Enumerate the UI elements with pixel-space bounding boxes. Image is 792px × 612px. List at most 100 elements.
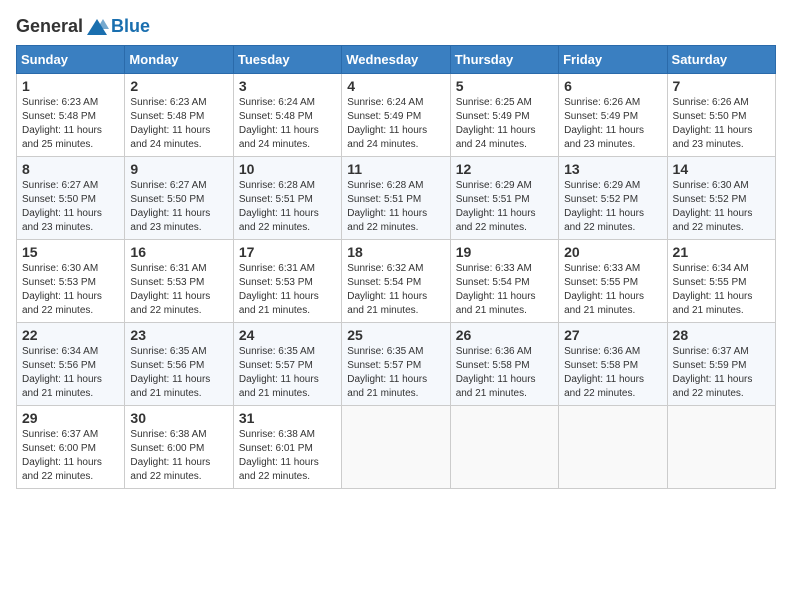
day-info: Sunrise: 6:31 AMSunset: 5:53 PMDaylight:… bbox=[130, 262, 227, 318]
day-cell: 14Sunrise: 6:30 AMSunset: 5:52 PMDayligh… bbox=[667, 157, 775, 240]
day-cell: 11 Sunrise: 6:28 AMSunset: 5:51 PMDayligh… bbox=[342, 157, 450, 240]
logo-general: General bbox=[16, 16, 83, 37]
day-info: Sunrise: 6:38 AMSunset: 6:01 PMDaylight:… bbox=[239, 428, 336, 484]
day-cell: 31 Sunrise: 6:38 AMSunset: 6:01 PMDayligh… bbox=[233, 406, 341, 489]
day-info: Sunrise: 6:34 AMSunset: 5:56 PMDaylight:… bbox=[22, 345, 119, 401]
day-number: 7 bbox=[673, 78, 770, 94]
day-info: Sunrise: 6:26 AMSunset: 5:50 PMDaylight:… bbox=[673, 96, 770, 152]
page-header: General Blue bbox=[16, 16, 776, 37]
day-cell: 3 Sunrise: 6:24 AMSunset: 5:48 PMDaylight… bbox=[233, 74, 341, 157]
day-number: 30 bbox=[130, 410, 227, 426]
day-number: 26 bbox=[456, 327, 553, 343]
day-info: Sunrise: 6:37 AMSunset: 5:59 PMDaylight:… bbox=[673, 345, 770, 401]
day-number: 10 bbox=[239, 161, 336, 177]
week-row-2: 8Sunrise: 6:27 AMSunset: 5:50 PMDaylight… bbox=[17, 157, 776, 240]
day-number: 12 bbox=[456, 161, 553, 177]
logo: General Blue bbox=[16, 16, 150, 37]
day-info: Sunrise: 6:28 AMSunset: 5:51 PMDaylight:… bbox=[347, 179, 444, 235]
day-cell: 20 Sunrise: 6:33 AMSunset: 5:55 PMDayligh… bbox=[559, 240, 667, 323]
header-tuesday: Tuesday bbox=[233, 46, 341, 74]
day-number: 13 bbox=[564, 161, 661, 177]
day-number: 27 bbox=[564, 327, 661, 343]
day-info: Sunrise: 6:27 AMSunset: 5:50 PMDaylight:… bbox=[130, 179, 227, 235]
day-info: Sunrise: 6:33 AMSunset: 5:55 PMDaylight:… bbox=[564, 262, 661, 318]
calendar-table: SundayMondayTuesdayWednesdayThursdayFrid… bbox=[16, 45, 776, 489]
day-cell: 30 Sunrise: 6:38 AMSunset: 6:00 PMDayligh… bbox=[125, 406, 233, 489]
day-number: 11 bbox=[347, 161, 444, 177]
week-row-4: 22 Sunrise: 6:34 AMSunset: 5:56 PMDayligh… bbox=[17, 323, 776, 406]
day-info: Sunrise: 6:27 AMSunset: 5:50 PMDaylight:… bbox=[22, 179, 119, 235]
day-number: 20 bbox=[564, 244, 661, 260]
day-info: Sunrise: 6:38 AMSunset: 6:00 PMDaylight:… bbox=[130, 428, 227, 484]
day-cell: 4 Sunrise: 6:24 AMSunset: 5:49 PMDaylight… bbox=[342, 74, 450, 157]
header-saturday: Saturday bbox=[667, 46, 775, 74]
day-number: 28 bbox=[673, 327, 770, 343]
day-number: 18 bbox=[347, 244, 444, 260]
day-number: 6 bbox=[564, 78, 661, 94]
day-number: 19 bbox=[456, 244, 553, 260]
day-info: Sunrise: 6:35 AMSunset: 5:57 PMDaylight:… bbox=[347, 345, 444, 401]
day-cell: 15 Sunrise: 6:30 AMSunset: 5:53 PMDayligh… bbox=[17, 240, 125, 323]
day-cell: 25 Sunrise: 6:35 AMSunset: 5:57 PMDayligh… bbox=[342, 323, 450, 406]
logo-icon bbox=[85, 17, 109, 37]
day-number: 9 bbox=[130, 161, 227, 177]
day-cell: 8Sunrise: 6:27 AMSunset: 5:50 PMDaylight… bbox=[17, 157, 125, 240]
day-cell: 23Sunrise: 6:35 AMSunset: 5:56 PMDayligh… bbox=[125, 323, 233, 406]
header-wednesday: Wednesday bbox=[342, 46, 450, 74]
day-cell: 22 Sunrise: 6:34 AMSunset: 5:56 PMDayligh… bbox=[17, 323, 125, 406]
day-number: 3 bbox=[239, 78, 336, 94]
day-number: 25 bbox=[347, 327, 444, 343]
day-number: 4 bbox=[347, 78, 444, 94]
week-row-5: 29Sunrise: 6:37 AMSunset: 6:00 PMDayligh… bbox=[17, 406, 776, 489]
day-number: 15 bbox=[22, 244, 119, 260]
day-number: 22 bbox=[22, 327, 119, 343]
day-info: Sunrise: 6:35 AMSunset: 5:56 PMDaylight:… bbox=[130, 345, 227, 401]
day-info: Sunrise: 6:24 AMSunset: 5:49 PMDaylight:… bbox=[347, 96, 444, 152]
day-number: 5 bbox=[456, 78, 553, 94]
day-info: Sunrise: 6:30 AMSunset: 5:53 PMDaylight:… bbox=[22, 262, 119, 318]
day-info: Sunrise: 6:23 AMSunset: 5:48 PMDaylight:… bbox=[22, 96, 119, 152]
day-cell: 27 Sunrise: 6:36 AMSunset: 5:58 PMDayligh… bbox=[559, 323, 667, 406]
day-cell: 5 Sunrise: 6:25 AMSunset: 5:49 PMDaylight… bbox=[450, 74, 558, 157]
day-info: Sunrise: 6:34 AMSunset: 5:55 PMDaylight:… bbox=[673, 262, 770, 318]
day-cell: 9 Sunrise: 6:27 AMSunset: 5:50 PMDaylight… bbox=[125, 157, 233, 240]
day-info: Sunrise: 6:31 AMSunset: 5:53 PMDaylight:… bbox=[239, 262, 336, 318]
day-number: 24 bbox=[239, 327, 336, 343]
day-cell bbox=[559, 406, 667, 489]
day-info: Sunrise: 6:36 AMSunset: 5:58 PMDaylight:… bbox=[456, 345, 553, 401]
week-row-3: 15 Sunrise: 6:30 AMSunset: 5:53 PMDayligh… bbox=[17, 240, 776, 323]
day-cell: 7 Sunrise: 6:26 AMSunset: 5:50 PMDaylight… bbox=[667, 74, 775, 157]
day-info: Sunrise: 6:35 AMSunset: 5:57 PMDaylight:… bbox=[239, 345, 336, 401]
week-row-1: 1 Sunrise: 6:23 AMSunset: 5:48 PMDaylight… bbox=[17, 74, 776, 157]
day-cell: 2Sunrise: 6:23 AMSunset: 5:48 PMDaylight… bbox=[125, 74, 233, 157]
header-monday: Monday bbox=[125, 46, 233, 74]
day-cell: 10 Sunrise: 6:28 AMSunset: 5:51 PMDayligh… bbox=[233, 157, 341, 240]
day-info: Sunrise: 6:24 AMSunset: 5:48 PMDaylight:… bbox=[239, 96, 336, 152]
day-cell: 17Sunrise: 6:31 AMSunset: 5:53 PMDayligh… bbox=[233, 240, 341, 323]
day-cell: 24 Sunrise: 6:35 AMSunset: 5:57 PMDayligh… bbox=[233, 323, 341, 406]
day-cell: 26 Sunrise: 6:36 AMSunset: 5:58 PMDayligh… bbox=[450, 323, 558, 406]
day-cell: 6 Sunrise: 6:26 AMSunset: 5:49 PMDaylight… bbox=[559, 74, 667, 157]
day-cell: 28 Sunrise: 6:37 AMSunset: 5:59 PMDayligh… bbox=[667, 323, 775, 406]
day-cell: 21Sunrise: 6:34 AMSunset: 5:55 PMDayligh… bbox=[667, 240, 775, 323]
header-thursday: Thursday bbox=[450, 46, 558, 74]
logo-blue: Blue bbox=[111, 16, 150, 37]
day-info: Sunrise: 6:26 AMSunset: 5:49 PMDaylight:… bbox=[564, 96, 661, 152]
day-info: Sunrise: 6:28 AMSunset: 5:51 PMDaylight:… bbox=[239, 179, 336, 235]
day-info: Sunrise: 6:25 AMSunset: 5:49 PMDaylight:… bbox=[456, 96, 553, 152]
day-number: 31 bbox=[239, 410, 336, 426]
day-info: Sunrise: 6:30 AMSunset: 5:52 PMDaylight:… bbox=[673, 179, 770, 235]
header-sunday: Sunday bbox=[17, 46, 125, 74]
day-cell: 19 Sunrise: 6:33 AMSunset: 5:54 PMDayligh… bbox=[450, 240, 558, 323]
day-info: Sunrise: 6:36 AMSunset: 5:58 PMDaylight:… bbox=[564, 345, 661, 401]
day-cell: 1 Sunrise: 6:23 AMSunset: 5:48 PMDaylight… bbox=[17, 74, 125, 157]
day-cell: 29Sunrise: 6:37 AMSunset: 6:00 PMDayligh… bbox=[17, 406, 125, 489]
day-info: Sunrise: 6:33 AMSunset: 5:54 PMDaylight:… bbox=[456, 262, 553, 318]
day-info: Sunrise: 6:32 AMSunset: 5:54 PMDaylight:… bbox=[347, 262, 444, 318]
day-cell bbox=[450, 406, 558, 489]
header-friday: Friday bbox=[559, 46, 667, 74]
day-number: 1 bbox=[22, 78, 119, 94]
day-cell: 12Sunrise: 6:29 AMSunset: 5:51 PMDayligh… bbox=[450, 157, 558, 240]
day-cell bbox=[342, 406, 450, 489]
header-row: SundayMondayTuesdayWednesdayThursdayFrid… bbox=[17, 46, 776, 74]
